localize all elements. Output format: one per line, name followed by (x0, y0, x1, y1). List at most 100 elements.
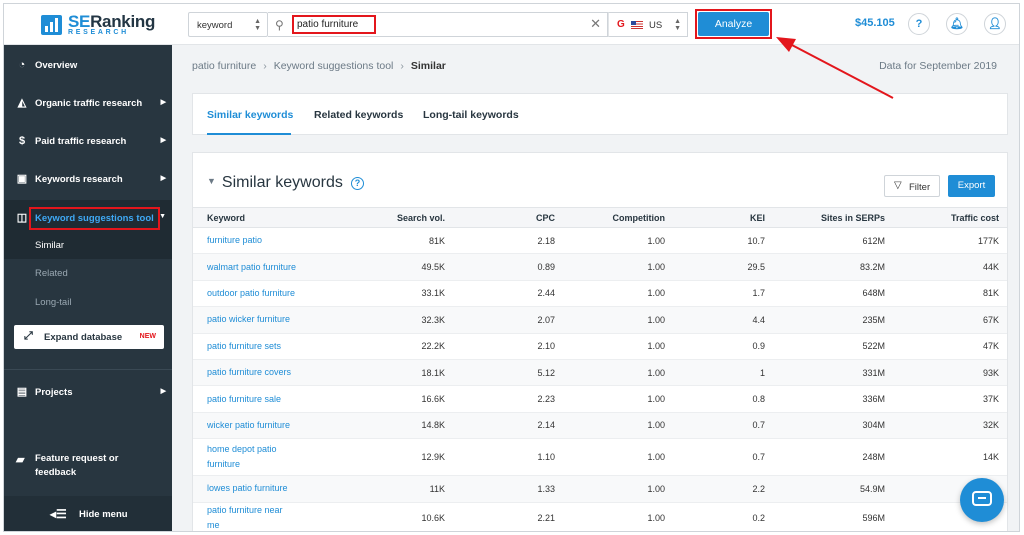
keyword-link[interactable]: home depot patio furniture (193, 438, 353, 477)
keyword-link[interactable]: patio furniture near me (193, 502, 353, 531)
keyword-link[interactable]: furniture patio (193, 227, 353, 255)
table-cell: 29.5 (673, 253, 773, 281)
breadcrumb-item[interactable]: Keyword suggestions tool (274, 60, 394, 72)
table-cell: 2.44 (453, 280, 563, 308)
column-header[interactable]: CPC (453, 207, 563, 228)
sidebar-item-organic-traffic[interactable]: ◭ Organic traffic research ▶ (4, 85, 172, 123)
column-header[interactable]: Sites in SERPs (773, 207, 893, 228)
table-row: patio furniture covers 18.1K 5.12 1.00 1 331M… (193, 359, 1007, 387)
table-cell: 2.10 (453, 333, 563, 360)
table-cell: 2.2 (673, 475, 773, 503)
sidebar-item-overview[interactable]: ◔ Overview (4, 47, 172, 85)
tab-related-keywords[interactable]: Related keywords (314, 109, 403, 121)
caret-right-icon: ▶ (160, 388, 166, 395)
notifications-bell-icon[interactable]: 🔔︎ (946, 13, 968, 35)
table-cell: 1.7 (673, 280, 773, 308)
table-cell: 177K (893, 227, 1007, 255)
table-row: patio furniture near me 10.6K 2.21 1.00 0.2 5… (193, 502, 1007, 531)
table-cell: 1.00 (563, 253, 673, 281)
keyword-link[interactable]: patio wicker furniture (193, 306, 353, 334)
table-cell: 336M (773, 385, 893, 413)
projects-icon: ▤ (16, 386, 28, 398)
sidebar-subitem-related[interactable]: Related (4, 259, 172, 287)
section-title[interactable]: ▼ Similar keywords (207, 174, 343, 192)
table-cell: 12.9K (353, 438, 453, 477)
expand-database-button[interactable]: ⤢ Expand database NEW (14, 325, 164, 349)
table-row: walmart patio furniture 49.5K 0.89 1.00 29.5… (193, 253, 1007, 281)
sidebar-item-keywords-research[interactable]: ▣ Keywords research ▶ (4, 161, 172, 199)
tab-similar-keywords[interactable]: Similar keywords (207, 109, 293, 121)
sidebar-divider (4, 369, 172, 370)
dashboard-icon: ◔ (18, 59, 26, 71)
keyword-link[interactable]: patio furniture covers (193, 359, 353, 387)
breadcrumb: patio furniture › Keyword suggestions tool… (192, 60, 446, 72)
sidebar-subitem-similar[interactable]: Similar (4, 231, 172, 259)
new-badge: NEW (139, 333, 156, 340)
table-cell: 0.9 (673, 333, 773, 360)
table-cell: 1.00 (563, 306, 673, 334)
keyword-link[interactable]: lowes patio furniture (193, 475, 353, 503)
table-cell: 44K (893, 253, 1007, 281)
table-cell: 4.4 (673, 306, 773, 334)
table-cell: 33.1K (353, 280, 453, 308)
table-cell: 81K (353, 227, 453, 255)
active-tab-indicator (207, 133, 291, 135)
feature-request-link[interactable]: ▰ Feature request or feedback (4, 449, 172, 489)
table-row: lowes patio furniture 11K 1.33 1.00 2.2 54.9M (193, 475, 1007, 503)
column-header[interactable]: Keyword (193, 207, 353, 228)
location-select[interactable]: G US ▲ ▼ (608, 12, 688, 37)
account-balance[interactable]: $45.105 (855, 17, 895, 29)
user-profile-icon[interactable]: 👤︎ (984, 13, 1006, 35)
column-header[interactable]: Competition (563, 207, 673, 228)
breadcrumb-item[interactable]: patio furniture (192, 60, 256, 72)
caret-right-icon: ▶ (160, 137, 166, 144)
chevron-right-icon: › (263, 60, 267, 72)
table-cell: 16.6K (353, 385, 453, 413)
live-chat-button[interactable] (960, 478, 1004, 522)
sidebar-subitem-long-tail[interactable]: Long-tail (4, 288, 172, 316)
hide-menu-button[interactable]: ◂☰ Hide menu (4, 496, 172, 531)
hamburger-icon: ◂☰ (50, 507, 67, 521)
column-header[interactable]: KEI (673, 207, 773, 228)
search-input[interactable] (292, 15, 376, 34)
analyze-button[interactable]: Analyze (698, 12, 769, 36)
chat-bubble-icon (972, 491, 992, 506)
caret-down-icon: ▼ (159, 213, 166, 220)
chat-icon: ▰ (16, 454, 25, 466)
table-row: outdoor patio furniture 33.1K 2.44 1.00 1.7 6… (193, 280, 1007, 308)
export-button[interactable]: Export (948, 175, 995, 197)
keyword-link[interactable]: patio furniture sale (193, 385, 353, 413)
sidebar-item-paid-traffic[interactable]: $ Paid traffic research ▶ (4, 123, 172, 161)
stepper-arrows-icon: ▲ ▼ (674, 18, 681, 32)
table-cell: 304M (773, 412, 893, 440)
table-cell: 32K (893, 412, 1007, 440)
tab-long-tail-keywords[interactable]: Long-tail keywords (423, 109, 519, 121)
table-cell: 1.00 (563, 502, 673, 531)
filter-icon: ▽ (894, 180, 902, 191)
sidebar-item-projects[interactable]: ▤ Projects ▶ (4, 374, 172, 412)
triangle-chart-icon: ◭ (17, 97, 27, 109)
table-cell: 1.00 (563, 385, 673, 413)
help-icon[interactable]: ? (351, 177, 364, 190)
help-button[interactable]: ? (908, 13, 930, 35)
table-cell: 248M (773, 438, 893, 477)
keyword-link[interactable]: outdoor patio furniture (193, 280, 353, 308)
tabs-bar: Similar keywords Related keywords Long-t… (192, 93, 1008, 135)
search-type-select[interactable]: keyword ▲ ▼ (188, 12, 268, 37)
logo[interactable]: SERanking RESEARCH (4, 4, 172, 45)
column-header[interactable]: Traffic cost (893, 207, 1007, 228)
table-cell: 648M (773, 280, 893, 308)
column-header[interactable]: Search vol. (353, 207, 453, 228)
logo-subtitle: RESEARCH (68, 29, 129, 36)
table-cell: 0.7 (673, 438, 773, 477)
keyword-link[interactable]: wicker patio furniture (193, 412, 353, 440)
clear-icon[interactable]: ✕ (590, 16, 601, 32)
keyword-link[interactable]: walmart patio furniture (193, 253, 353, 281)
table-cell: 2.07 (453, 306, 563, 334)
table-cell: 235M (773, 306, 893, 334)
filter-button[interactable]: ▽ Filter (884, 175, 940, 197)
table-cell: 1.00 (563, 438, 673, 477)
keyword-link[interactable]: patio furniture sets (193, 333, 353, 360)
table-cell: 1.00 (563, 333, 673, 360)
keyword-icon: ▣ (16, 173, 28, 185)
